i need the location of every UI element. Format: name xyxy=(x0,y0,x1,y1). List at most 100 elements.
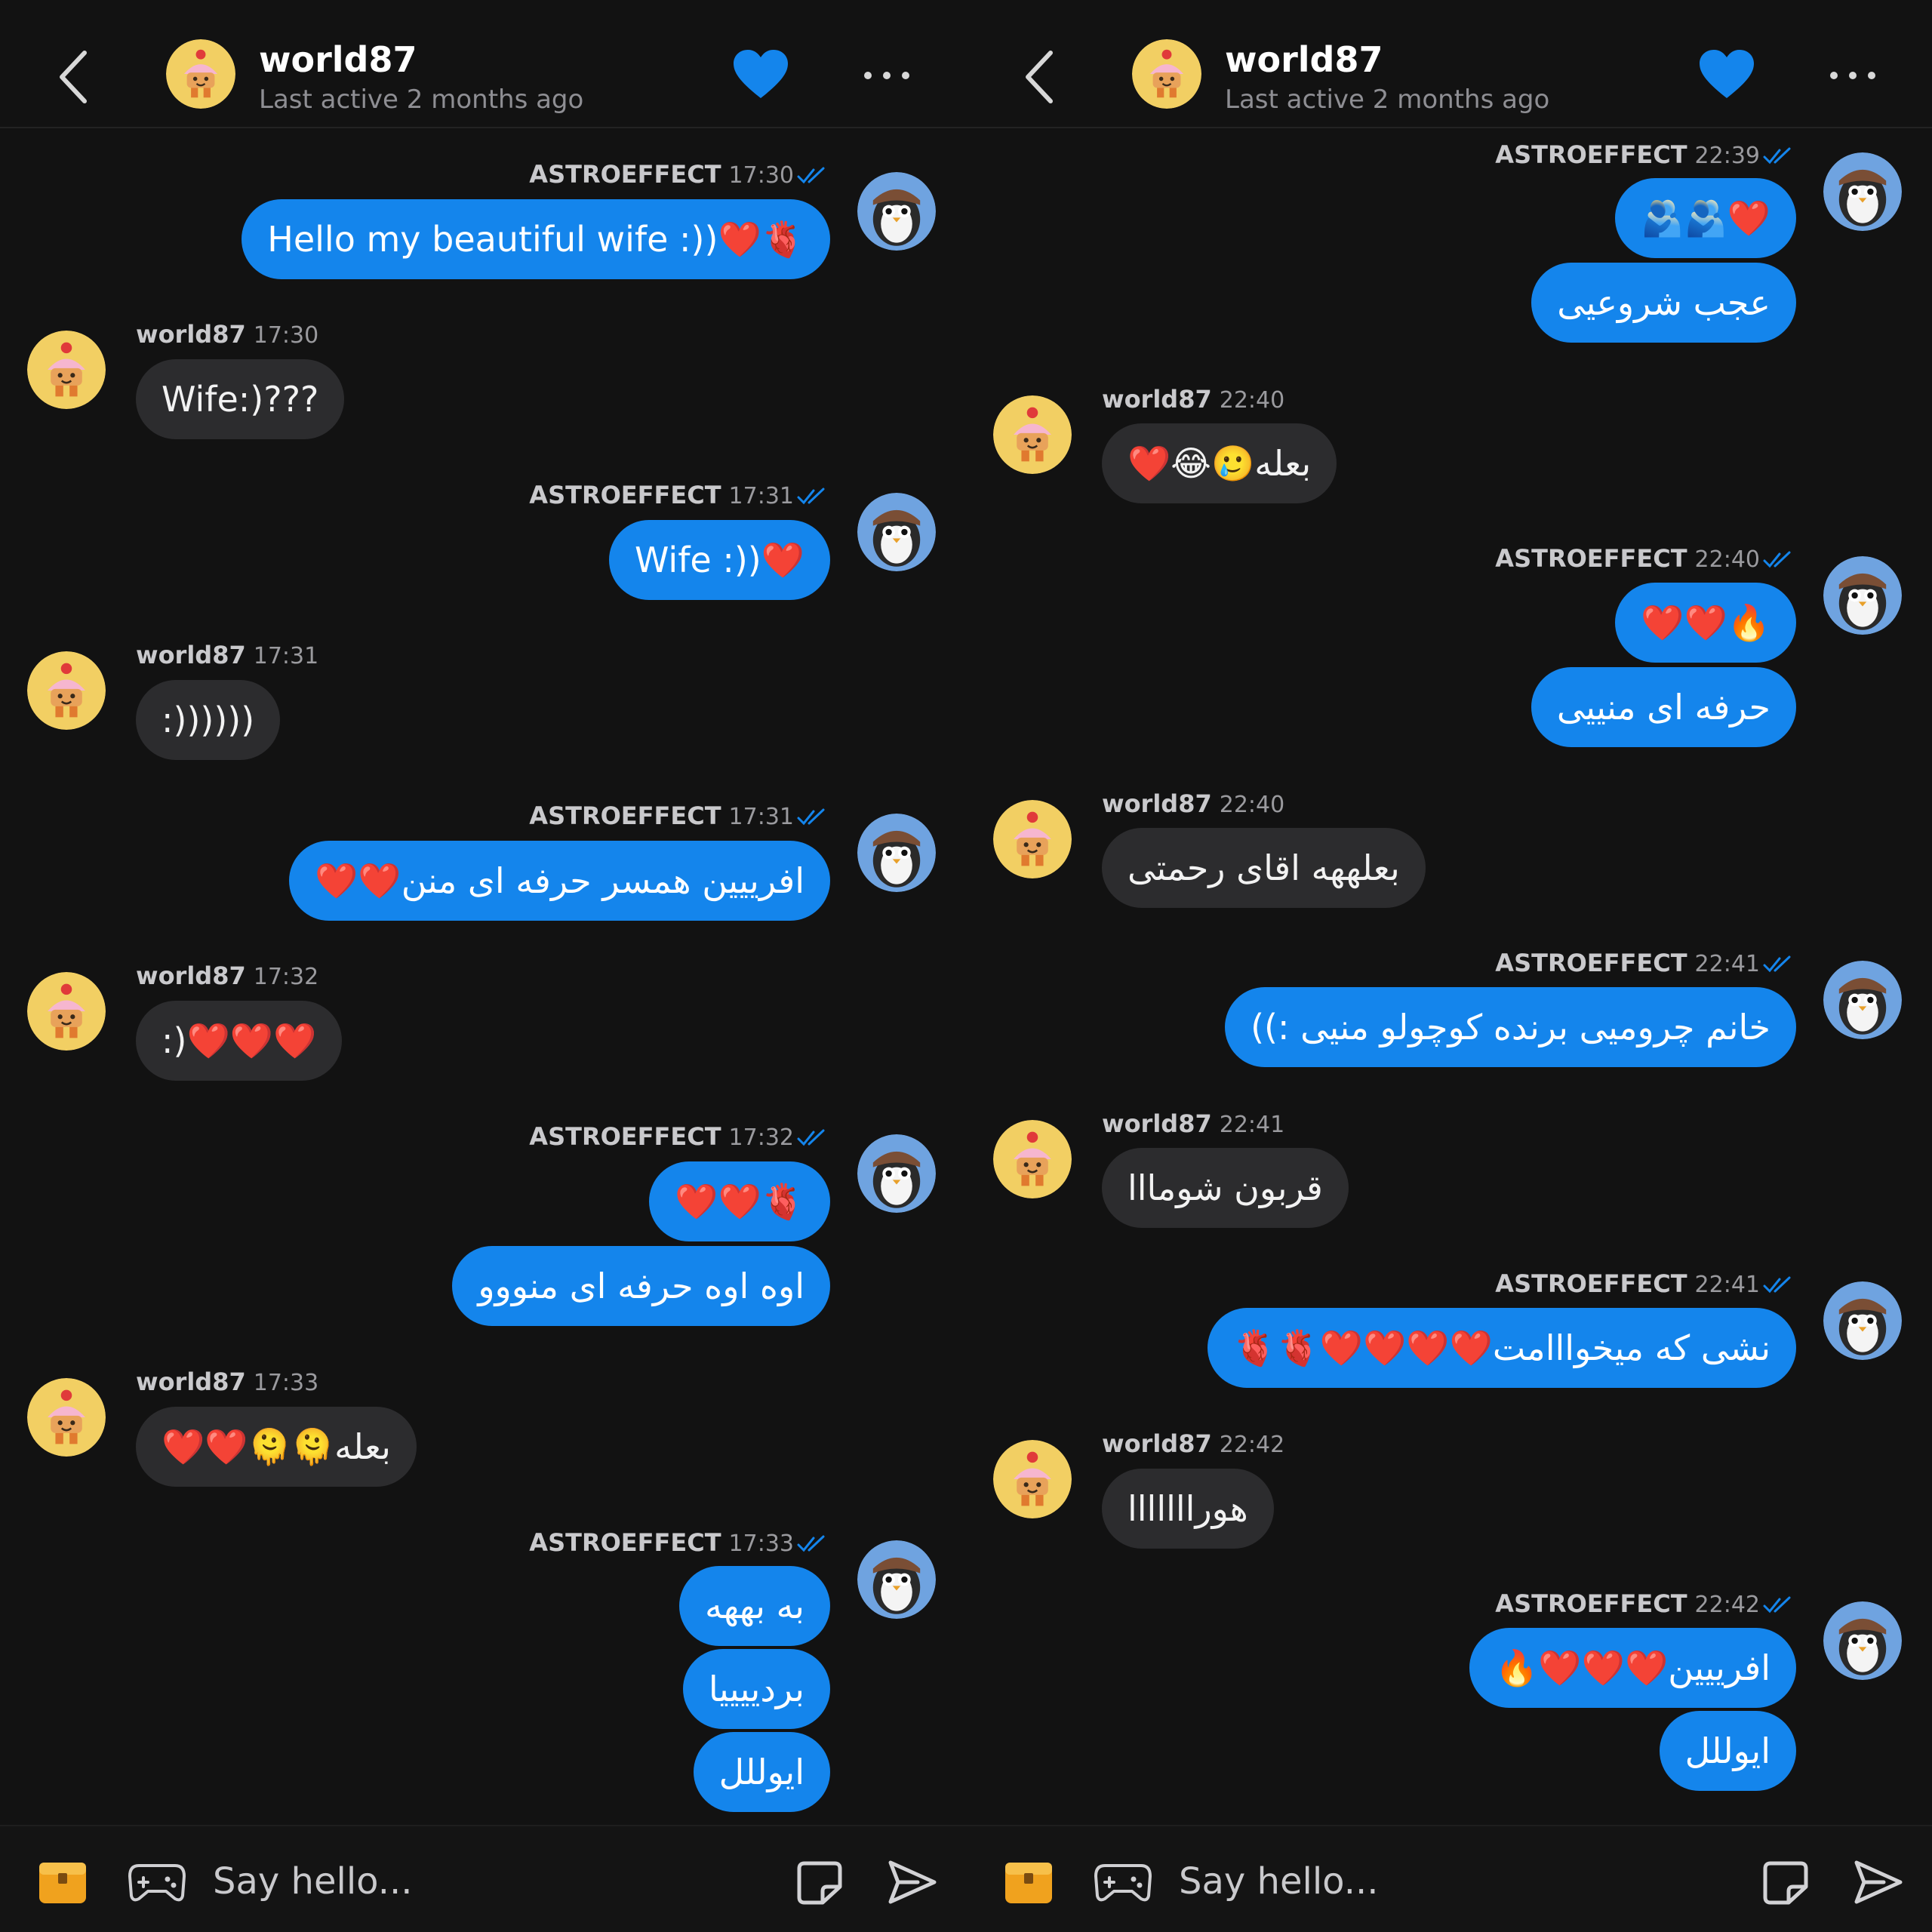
avatar[interactable] xyxy=(27,651,106,730)
avatar[interactable] xyxy=(1823,1601,1902,1680)
message-bubble[interactable]: :)))))) xyxy=(136,680,281,760)
message-bubble[interactable]: Wife :))❤️ xyxy=(608,520,830,600)
heart-icon[interactable] xyxy=(734,50,788,100)
avatar[interactable] xyxy=(1823,556,1902,635)
sender-name: ASTROEFFECT xyxy=(529,160,721,189)
send-icon[interactable] xyxy=(888,1858,937,1906)
message-bubble[interactable]: افرییین همسر حرفه ای منن❤️❤️ xyxy=(289,841,830,921)
message-bubble[interactable]: ایوللل xyxy=(693,1732,830,1812)
message-bubble[interactable]: افرییین❤️❤️❤️🔥 xyxy=(1469,1628,1796,1708)
more-options-icon[interactable] xyxy=(860,56,913,95)
message-meta: world87 22:40 xyxy=(1102,789,1284,818)
sender-name: ASTROEFFECT xyxy=(1495,1589,1687,1618)
avatar[interactable] xyxy=(993,395,1072,474)
sticker-icon[interactable] xyxy=(797,1861,842,1905)
sender-name: ASTROEFFECT xyxy=(529,1528,721,1557)
send-icon[interactable] xyxy=(1854,1858,1903,1906)
sender-name: ASTROEFFECT xyxy=(1495,1269,1687,1298)
avatar[interactable] xyxy=(993,800,1072,878)
message-bubble[interactable]: عجب شروعیی xyxy=(1531,263,1796,343)
avatar[interactable] xyxy=(166,39,235,109)
message-bubble[interactable]: Hello my beautiful wife :))❤️🫀 xyxy=(242,199,830,279)
contact-name[interactable]: world87 xyxy=(1225,39,1383,80)
sender-name: world87 xyxy=(1102,789,1212,818)
message-meta: ASTROEFFECT 17:31 xyxy=(529,481,830,509)
message-bubble[interactable]: :)❤️❤️❤️ xyxy=(136,1001,343,1081)
timestamp: 22:42 xyxy=(1694,1592,1760,1618)
chat-header: world87 Last active 2 months ago xyxy=(966,0,1932,128)
message-bubble[interactable]: هورااااااا xyxy=(1102,1469,1274,1549)
composer-bar xyxy=(966,1825,1932,1932)
gamepad-icon[interactable] xyxy=(1094,1860,1152,1903)
read-ticks-icon xyxy=(797,166,830,186)
message-bubble[interactable]: 🫂🫂❤️ xyxy=(1615,178,1796,258)
composer-bar xyxy=(0,1825,966,1932)
message-bubble[interactable]: نشی که میخوااامت❤️❤️❤️❤️🫀🫀 xyxy=(1208,1308,1796,1388)
sender-name: world87 xyxy=(136,320,246,349)
sender-name: ASTROEFFECT xyxy=(1495,949,1687,977)
contact-name[interactable]: world87 xyxy=(259,39,417,80)
message-bubble[interactable]: ❤️❤️🫀 xyxy=(649,1161,830,1241)
last-active-status: Last active 2 months ago xyxy=(259,85,584,115)
avatar[interactable] xyxy=(857,1134,936,1213)
message-meta: ASTROEFFECT 17:33 xyxy=(529,1528,830,1557)
timestamp: 22:40 xyxy=(1219,792,1285,818)
avatar[interactable] xyxy=(27,331,106,409)
message-bubble[interactable]: بردییییا xyxy=(682,1649,830,1729)
message-meta: ASTROEFFECT 17:30 xyxy=(529,160,830,189)
message-bubble[interactable]: اوه اوه حرفه ای منووو xyxy=(452,1246,830,1326)
message-bubble[interactable]: قربون شومااا xyxy=(1102,1148,1349,1228)
avatar[interactable] xyxy=(857,1540,936,1619)
back-chevron-icon[interactable] xyxy=(1013,47,1073,107)
avatar[interactable] xyxy=(993,1120,1072,1198)
avatar[interactable] xyxy=(857,814,936,892)
avatar[interactable] xyxy=(1823,152,1902,231)
message-bubble[interactable]: ❤️❤️🔥 xyxy=(1615,583,1796,663)
last-active-status: Last active 2 months ago xyxy=(1225,85,1550,115)
message-bubble[interactable]: ایوللل xyxy=(1659,1711,1796,1791)
message-meta: ASTROEFFECT 22:41 xyxy=(1495,1269,1796,1298)
message-bubble[interactable]: بعله🥲😂❤️ xyxy=(1102,423,1337,503)
chat-pane-left: world87 Last active 2 months ago ASTROEF… xyxy=(0,0,966,1932)
sender-name: ASTROEFFECT xyxy=(1495,140,1687,169)
avatar[interactable] xyxy=(27,972,106,1051)
timestamp: 22:41 xyxy=(1219,1112,1285,1138)
gift-box-icon[interactable] xyxy=(1004,1857,1054,1905)
timestamp: 22:41 xyxy=(1694,951,1760,977)
message-bubble[interactable]: حرفه ای منییی xyxy=(1531,667,1796,747)
avatar[interactable] xyxy=(27,1378,106,1457)
timestamp: 17:33 xyxy=(728,1531,794,1557)
message-input[interactable] xyxy=(211,1849,758,1914)
timestamp: 17:30 xyxy=(253,322,319,349)
avatar[interactable] xyxy=(993,1440,1072,1518)
avatar[interactable] xyxy=(857,172,936,251)
timestamp: 17:32 xyxy=(253,964,319,990)
read-ticks-icon xyxy=(1763,1595,1796,1615)
message-meta: ASTROEFFECT 22:40 xyxy=(1495,544,1796,573)
message-bubble[interactable]: به بههه xyxy=(679,1566,830,1646)
gift-box-icon[interactable] xyxy=(38,1857,88,1905)
message-input[interactable] xyxy=(1177,1849,1724,1914)
message-bubble[interactable]: بعله🫠🫠❤️❤️ xyxy=(136,1407,417,1487)
timestamp: 17:33 xyxy=(253,1370,319,1396)
message-bubble[interactable]: خانم چرومیی برنده کوچولو منیی :)) xyxy=(1225,987,1796,1067)
chat-header: world87 Last active 2 months ago xyxy=(0,0,966,128)
timestamp: 22:40 xyxy=(1694,546,1760,573)
read-ticks-icon xyxy=(1763,550,1796,570)
message-meta: world87 17:31 xyxy=(136,641,318,669)
avatar[interactable] xyxy=(1823,1281,1902,1360)
avatar[interactable] xyxy=(857,493,936,571)
read-ticks-icon xyxy=(797,808,830,827)
timestamp: 17:32 xyxy=(728,1124,794,1151)
more-options-icon[interactable] xyxy=(1826,56,1879,95)
message-bubble[interactable]: Wife:)??? xyxy=(136,359,345,439)
avatar[interactable] xyxy=(1823,961,1902,1039)
heart-icon[interactable] xyxy=(1700,50,1754,100)
message-bubble[interactable]: بعلههه اقای رحمتی xyxy=(1102,828,1426,908)
sticker-icon[interactable] xyxy=(1763,1861,1808,1905)
avatar[interactable] xyxy=(1132,39,1201,109)
back-chevron-icon[interactable] xyxy=(47,47,107,107)
sender-name: ASTROEFFECT xyxy=(1495,544,1687,573)
gamepad-icon[interactable] xyxy=(128,1860,186,1903)
read-ticks-icon xyxy=(797,1534,830,1554)
